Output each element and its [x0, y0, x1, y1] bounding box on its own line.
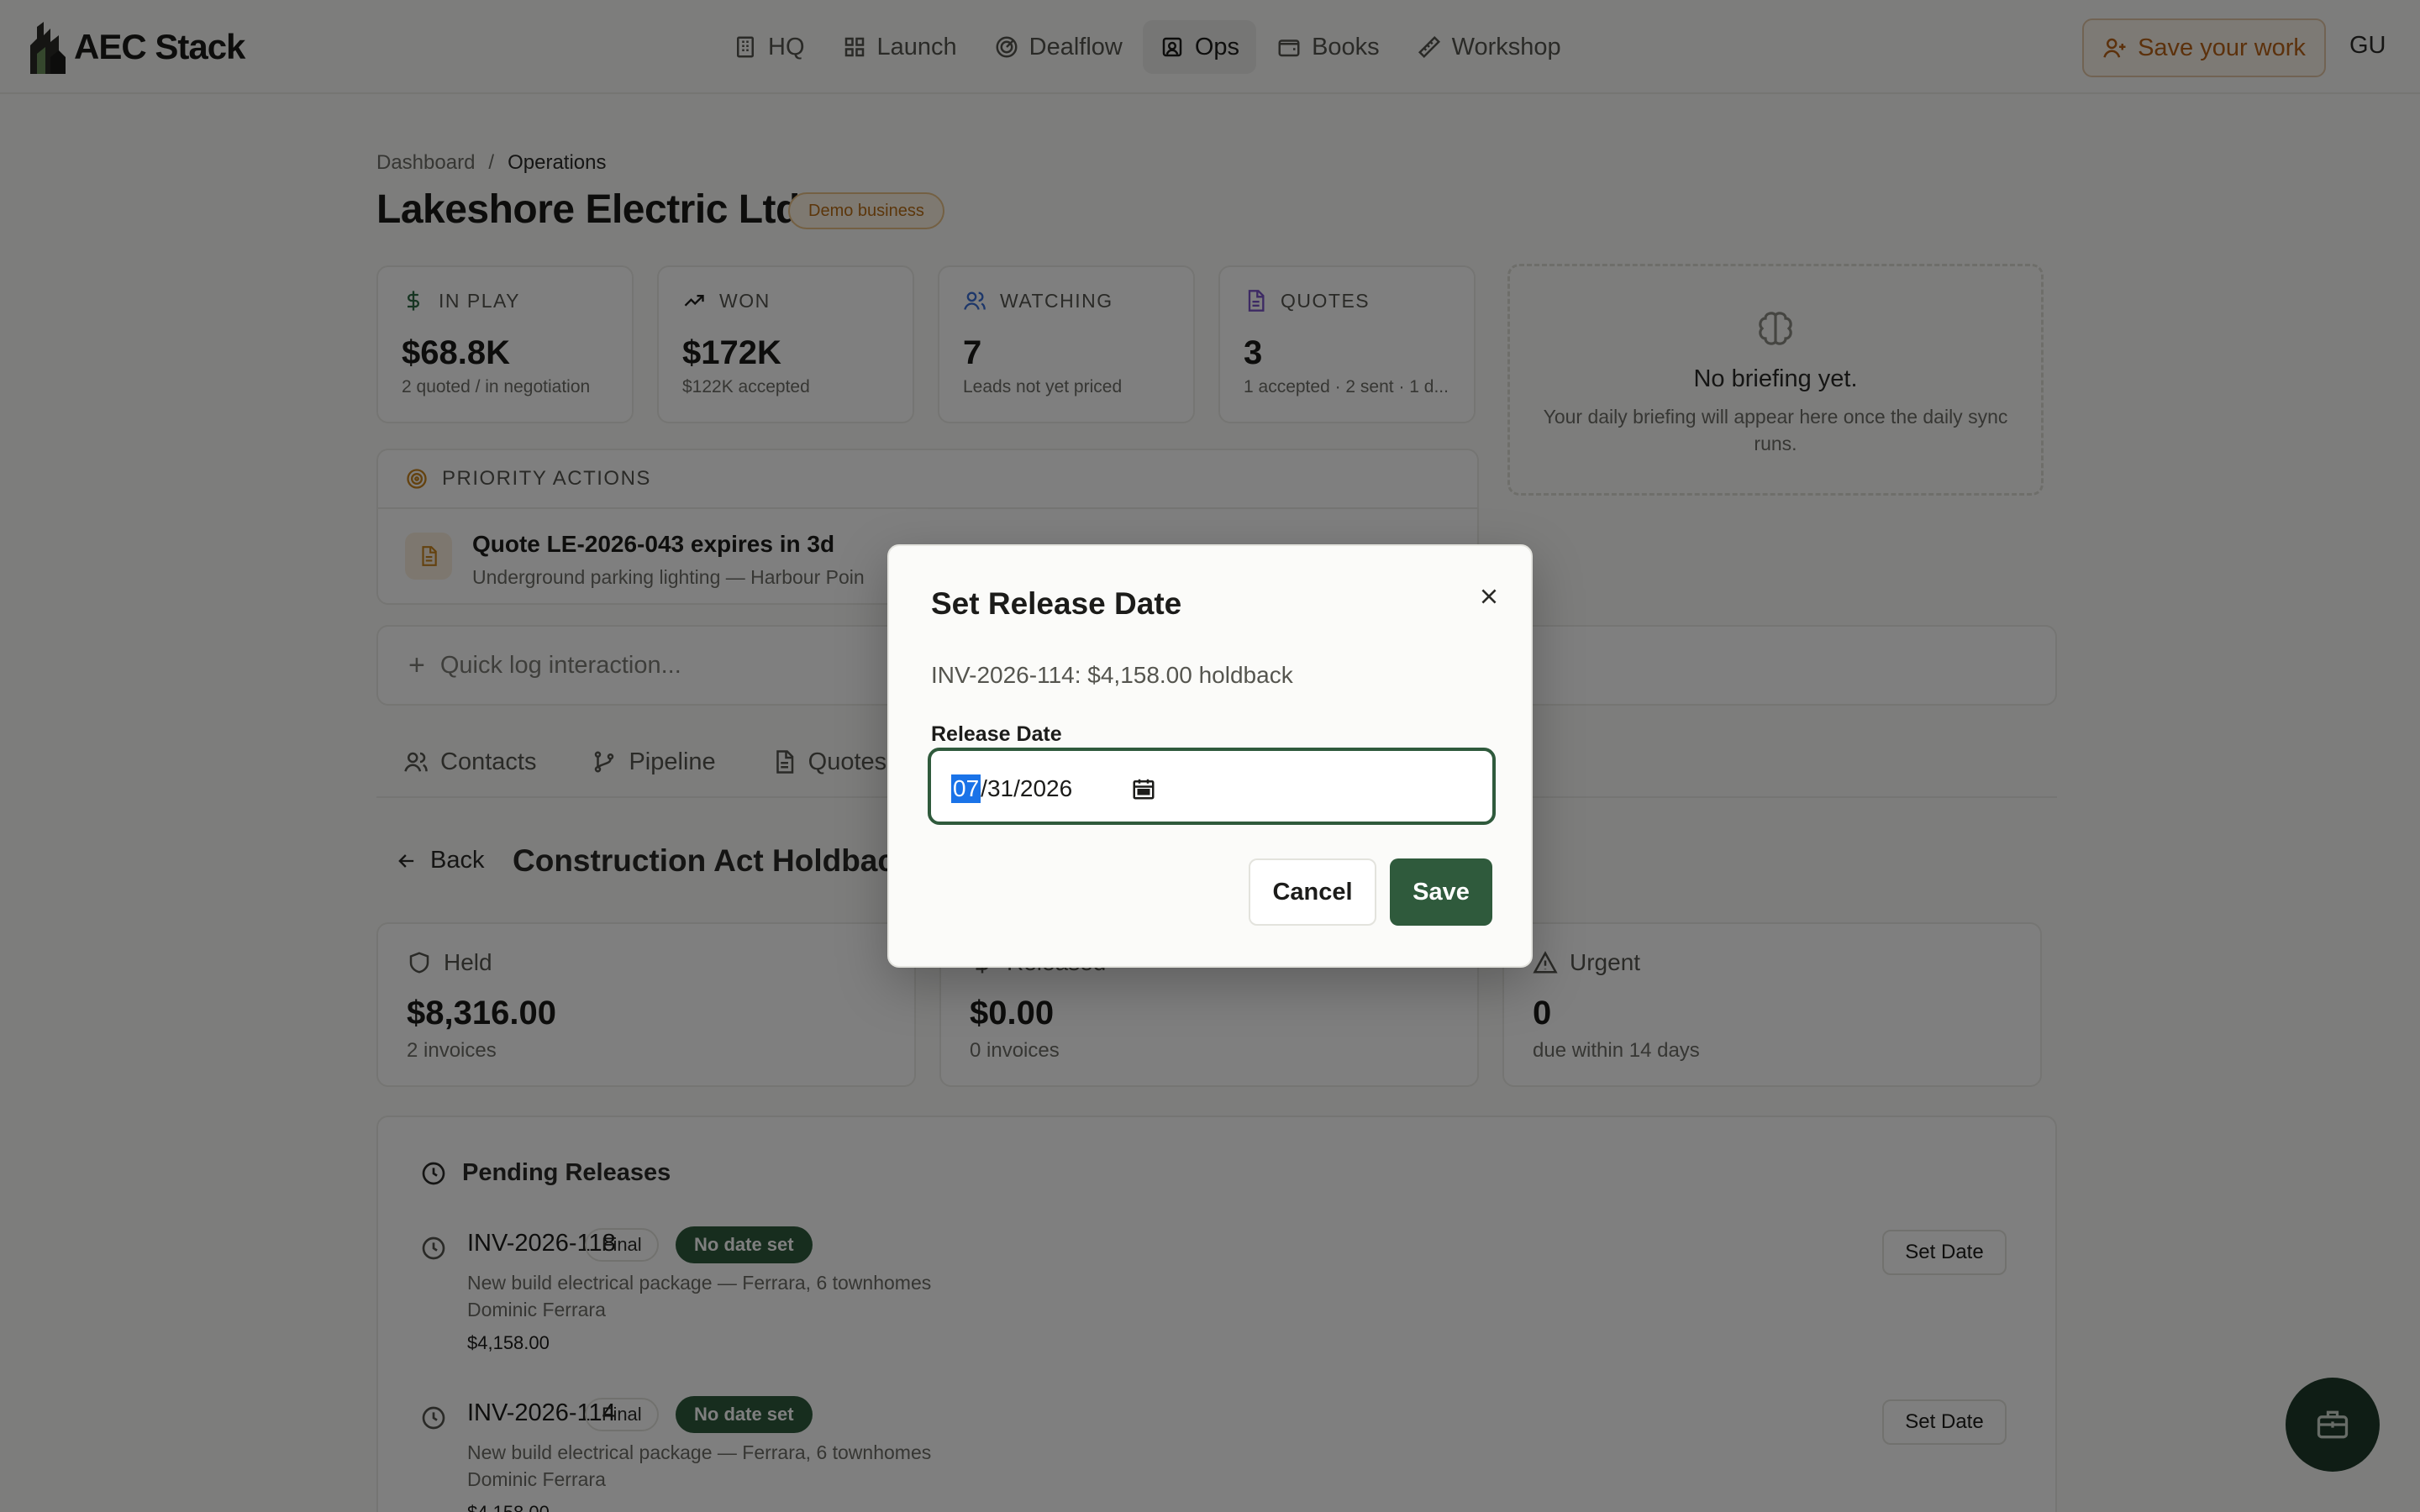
- release-date-input[interactable]: 07 / 31 / 2026: [928, 748, 1496, 825]
- save-button[interactable]: Save: [1390, 858, 1492, 926]
- dialog-title: Set Release Date: [931, 586, 1182, 621]
- date-separator: /: [1013, 775, 1020, 801]
- dialog-description: INV-2026-114: $4,158.00 holdback: [931, 662, 1293, 688]
- close-icon: [1481, 589, 1497, 604]
- set-release-date-dialog: Set Release Date INV-2026-114: $4,158.00…: [887, 544, 1533, 968]
- date-separator: /: [981, 775, 987, 801]
- date-year-segment[interactable]: 2026: [1020, 775, 1072, 802]
- cancel-button[interactable]: Cancel: [1249, 858, 1376, 926]
- date-day-segment[interactable]: 31: [987, 775, 1013, 802]
- date-month-segment[interactable]: 07: [951, 774, 981, 803]
- release-date-label: Release Date: [931, 722, 1062, 746]
- calendar-icon[interactable]: [1131, 776, 1156, 801]
- close-button[interactable]: [1472, 580, 1506, 613]
